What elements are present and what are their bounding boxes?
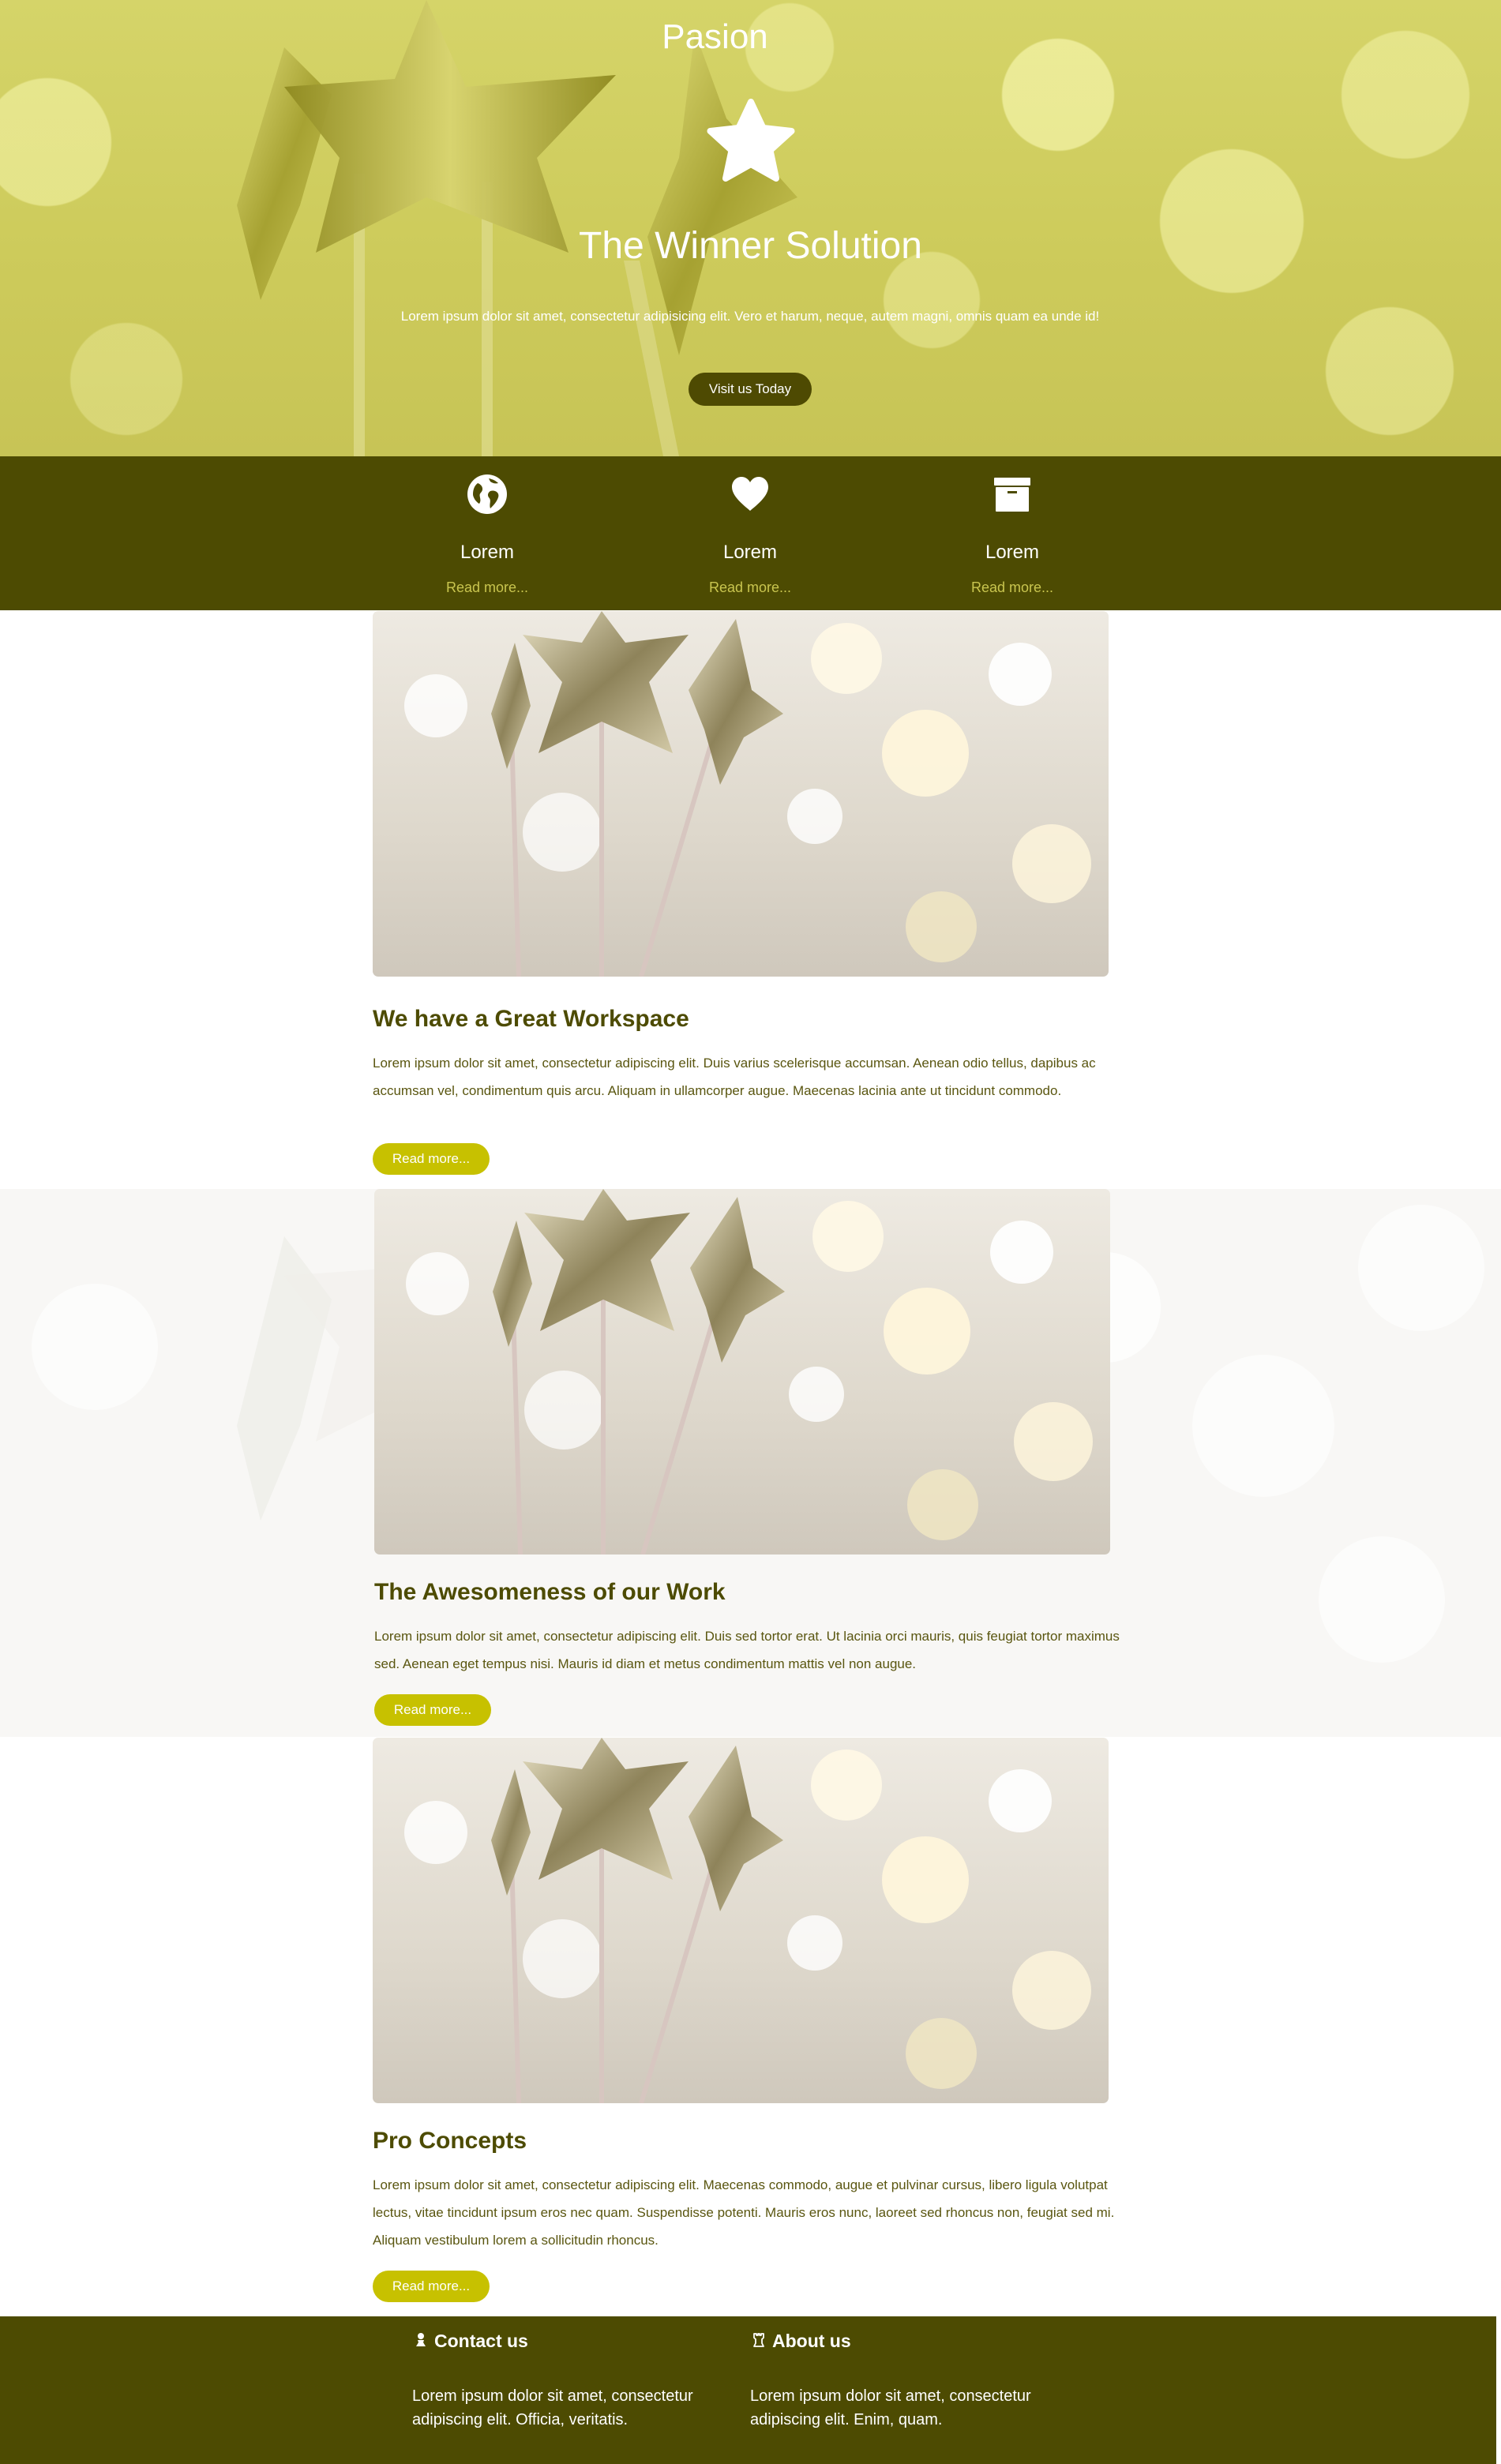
footer: Contact us Lorem ipsum dolor sit amet, c… — [0, 2316, 1496, 2464]
feature-read-more-link[interactable]: Read more... — [917, 579, 1107, 596]
article-text: Lorem ipsum dolor sit amet, consectetur … — [373, 2177, 1115, 2248]
feature-label: Lorem — [722, 542, 778, 563]
read-more-button[interactable]: Read more... — [373, 1143, 490, 1175]
article-text: Lorem ipsum dolor sit amet, consectetur … — [373, 1056, 1096, 1098]
stars-photo — [373, 611, 1109, 977]
stars-photo — [373, 1738, 1109, 2103]
read-more-button[interactable]: Read more... — [373, 2271, 490, 2302]
article-title: The Awesomeness of our Work — [374, 1579, 726, 1605]
hero-section: Pasion The Winner Solution Lorem ipsum d… — [0, 0, 1501, 456]
hero-text: Lorem ipsum dolor sit amet, consectetur … — [400, 309, 1100, 324]
feature-label: Lorem — [460, 542, 515, 563]
article-title: Pro Concepts — [373, 2128, 527, 2154]
footer-contact-text: Lorem ipsum dolor sit amet, consectetur … — [412, 2387, 693, 2428]
feature-label: Lorem — [985, 542, 1040, 563]
rook-icon — [753, 2333, 764, 2347]
stars-photo — [374, 1189, 1110, 1555]
footer-about-heading: About us — [750, 2331, 851, 2352]
footer-about-text: Lorem ipsum dolor sit amet, consectetur … — [750, 2387, 1031, 2428]
globe-icon — [467, 474, 507, 514]
pawn-icon — [416, 2333, 426, 2346]
hero-title: The Winner Solution — [579, 225, 922, 267]
footer-contact-title: Contact us — [434, 2331, 528, 2351]
star-icon — [707, 99, 795, 182]
visit-us-button[interactable]: Visit us Today — [689, 373, 812, 406]
footer-contact-heading: Contact us — [412, 2331, 528, 2352]
heart-icon — [732, 477, 768, 511]
feature-read-more-link[interactable]: Read more... — [655, 579, 845, 596]
features-bar: Lorem Read more... Lorem Read more... Lo… — [0, 456, 1501, 610]
article-text: Lorem ipsum dolor sit amet, consectetur … — [374, 1629, 1120, 1671]
article-title: We have a Great Workspace — [373, 1006, 689, 1032]
footer-about-title: About us — [772, 2331, 851, 2351]
feature-read-more-link[interactable]: Read more... — [392, 579, 582, 596]
brand-title[interactable]: Pasion — [0, 17, 1501, 57]
archive-icon — [994, 478, 1030, 512]
read-more-button[interactable]: Read more... — [374, 1694, 491, 1726]
